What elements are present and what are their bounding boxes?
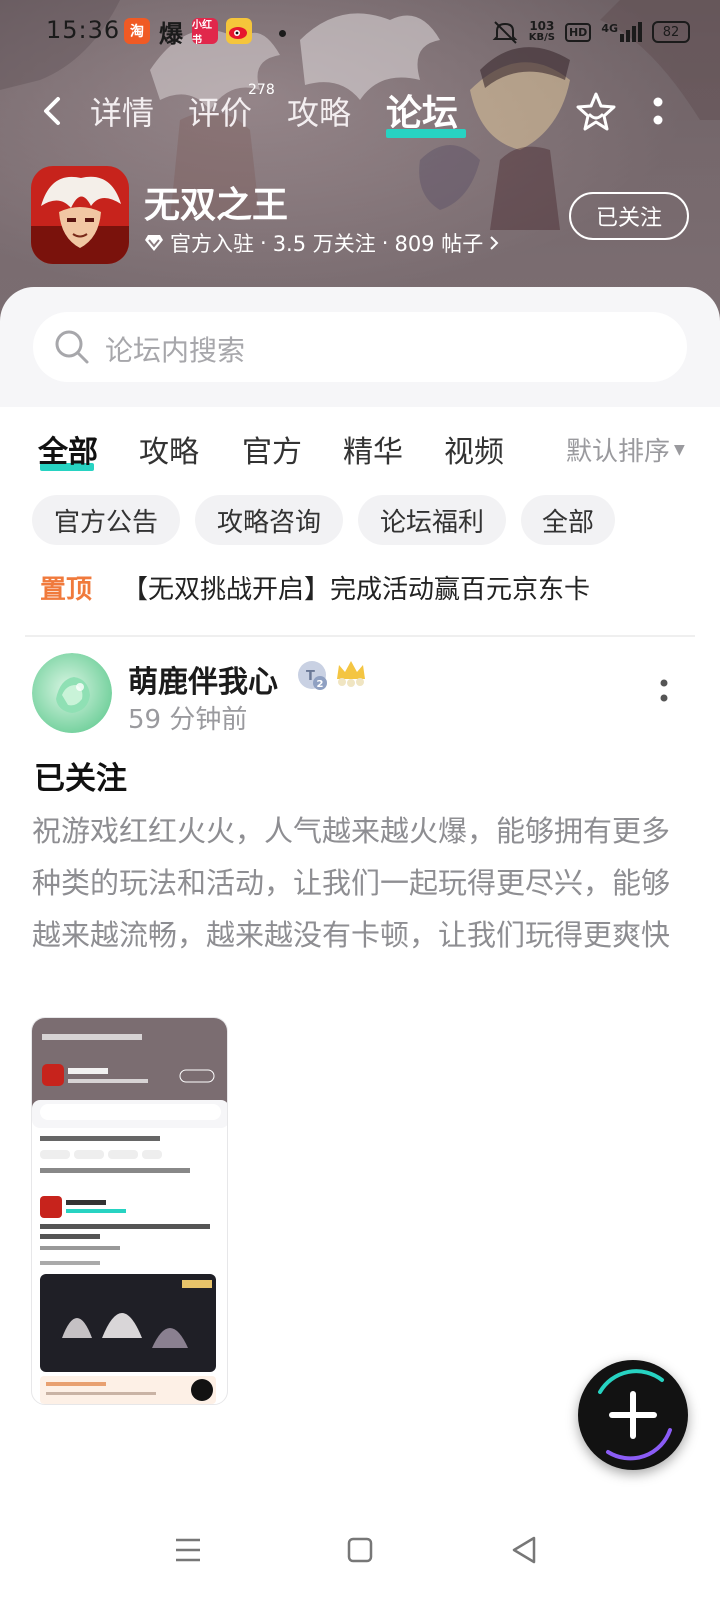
category-tab-official[interactable]: 官方 [242,427,302,471]
battery-icon: 82 [652,21,690,43]
chip-forum-benefits[interactable]: 论坛福利 [358,495,506,545]
post-body[interactable]: 祝游戏红红火火，人气越来越火爆，能够拥有更多种类的玩法和活动，让我们一起玩得更尽… [32,805,692,961]
game-title: 无双之王 [144,185,289,226]
tab-details[interactable]: 详情 [90,88,154,134]
caret-down-icon: ▼ [674,441,685,458]
game-info: 无双之王 官方入驻 · 3.5 万关注 · 809 帖子 已关注 [0,166,720,266]
post-image[interactable] [31,1017,228,1405]
top-nav: 详情 评价 278 攻略 论坛 [0,76,720,146]
pinned-post[interactable]: 置顶 【无双挑战开启】完成活动赢百元京东卡 [40,567,590,607]
pinned-tag: 置顶 [40,574,93,605]
hd-badge: HD [564,22,592,42]
post-time: 59 分钟前 [128,705,248,735]
chip-announcements[interactable]: 官方公告 [32,495,180,545]
category-tab-guides[interactable]: 攻略 [139,427,199,471]
tab-forum[interactable]: 论坛 [386,84,458,136]
level-number: 2 [317,679,324,690]
chip-all[interactable]: 全部 [521,495,615,545]
meta-separator: · [381,231,389,255]
sort-dropdown[interactable]: 默认排序 ▼ [566,431,685,468]
tab-reviews[interactable]: 评价 [188,88,252,134]
signal-icon: 4G [601,22,642,42]
search-placeholder: 论坛内搜索 [105,334,246,367]
tab-guides[interactable]: 攻略 [287,88,351,134]
create-post-button[interactable] [578,1360,688,1470]
follow-button[interactable]: 已关注 [569,192,689,240]
pinned-title: 【无双挑战开启】完成活动赢百元京东卡 [122,574,591,605]
divider [25,635,695,637]
back-icon[interactable] [40,96,68,126]
posts-count: 809 帖子 [394,232,484,256]
back-triangle-icon[interactable] [504,1530,544,1570]
plus-icon [598,1369,672,1461]
official-label: 官方入驻 [170,232,254,256]
chevron-right-icon [490,236,499,250]
forum-content: 全部 攻略 官方 精华 视频 默认排序 ▼ 官方公告 攻略咨询 论坛福利 全部 … [0,407,720,1507]
search-icon [55,330,89,364]
mute-icon [492,21,518,44]
system-nav-bar [0,1500,720,1600]
forum-page: 15:36 淘 爆 小红书 103 KB/S HD 4G 82 详情 评价 27… [0,0,720,1600]
crown-icon [337,661,365,687]
more-menu-icon[interactable] [652,94,664,130]
menu-icon[interactable] [168,1530,208,1570]
review-count: 278 [248,82,275,98]
game-icon [31,166,129,264]
chip-guide-questions[interactable]: 攻略咨询 [195,495,343,545]
level-badge-icon: T 2 [298,661,327,690]
net-speed-unit: KB/S [528,32,555,43]
search-input[interactable]: 论坛内搜索 [33,312,687,382]
favorite-star-icon[interactable] [574,90,618,134]
taobao-icon: 淘 [124,18,150,44]
category-tab-video[interactable]: 视频 [444,427,504,471]
status-time: 15:36 [46,16,121,44]
diamond-verified-icon [145,235,163,251]
category-tab-featured[interactable]: 精华 [343,427,403,471]
followers-count: 3.5 万关注 [272,232,376,256]
status-bar: 15:36 淘 爆 小红书 103 KB/S HD 4G 82 [0,0,720,62]
post-title[interactable]: 已关注 [34,753,127,798]
net-speed-value: 103 [529,19,555,33]
xiaohongshu-icon: 小红书 [192,18,218,46]
bao-icon: 爆 [159,19,183,48]
meta-separator: · [260,231,267,255]
category-tab-all[interactable]: 全部 [38,427,98,471]
avatar[interactable] [32,653,112,733]
status-indicators: 103 KB/S HD 4G 82 [491,18,690,46]
post-author[interactable]: 萌鹿伴我心 [128,657,278,701]
game-meta[interactable]: 官方入驻 · 3.5 万关注 · 809 帖子 [144,228,499,258]
network-type: 4G [601,22,618,35]
net-speed: 103 KB/S [529,20,555,44]
sort-label: 默认排序 [566,437,671,467]
weibo-icon [226,18,252,44]
home-icon[interactable] [340,1530,380,1570]
post-more-icon[interactable] [660,679,668,703]
search-card: 论坛内搜索 [0,287,720,427]
notification-dot [279,30,286,37]
